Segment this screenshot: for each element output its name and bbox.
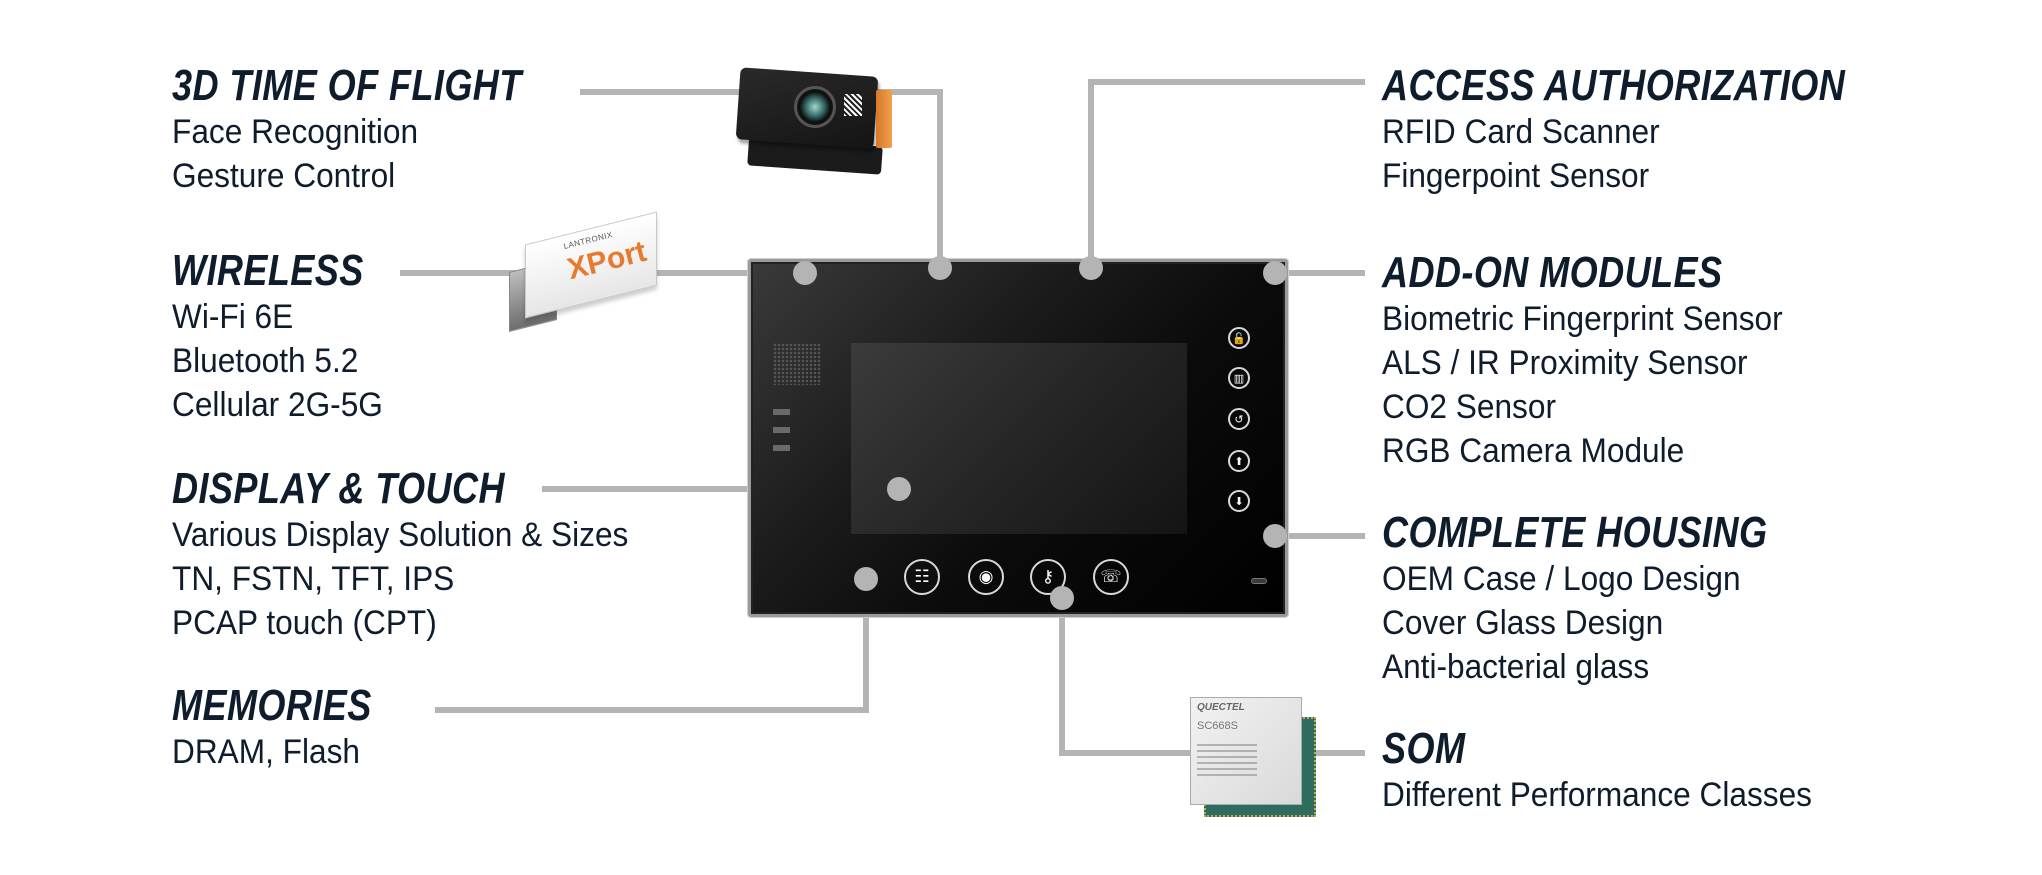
feature-som: SOM Different Performance Classes [1382,727,1844,817]
feature-heading: COMPLETE HOUSING [1382,508,1768,557]
feature-item: Anti-bacterial glass [1382,648,1650,686]
feature-heading: MEMORIES [172,681,372,730]
speaker-grille [773,343,821,385]
status-led [773,445,790,451]
feature-item: PCAP touch (CPT) [172,604,437,642]
intercom-device: 🔓 ▥ ↺ ⬆ ⬇ ☷ ◉ ⚷ ☏ [748,259,1288,617]
som-maker-label: QUECTEL [1197,702,1245,713]
feature-wireless: WIRELESS Wi-Fi 6E Bluetooth 5.2 Cellular… [172,249,406,427]
xport-wireless-module-image: LANTRONIX XPort [505,211,665,338]
feature-complete-housing: COMPLETE HOUSING OEM Case / Logo Design … [1382,511,1852,689]
feature-display-touch: DISPLAY & TOUCH Various Display Solution… [172,467,663,645]
feature-item: CO2 Sensor [1382,388,1556,426]
feature-item: Different Performance Classes [1382,776,1812,814]
feature-heading: ACCESS AUTHORIZATION [1382,61,1846,110]
feature-item: Fingerpoint Sensor [1382,157,1650,195]
hand-return-icon[interactable]: ↺ [1228,408,1250,430]
feature-item: RGB Camera Module [1382,432,1685,470]
feature-heading: DISPLAY & TOUCH [172,464,505,513]
feature-memories: MEMORIES DRAM, Flash [172,684,416,774]
feature-add-on-modules: ADD-ON MODULES Biometric Fingerprint Sen… [1382,251,1813,473]
intercom-icon[interactable]: ☷ [904,559,940,595]
unlock-icon[interactable]: 🔓 [1228,327,1250,349]
feature-item: Cover Glass Design [1382,604,1664,642]
feature-item: ALS / IR Proximity Sensor [1382,344,1748,382]
feature-item: Various Display Solution & Sizes [172,516,629,554]
key-icon[interactable]: ⚷ [1030,559,1066,595]
feature-item: TN, FSTN, TFT, IPS [172,560,455,598]
arrow-down-icon[interactable]: ⬇ [1228,490,1250,512]
feature-item: Gesture Control [172,157,396,195]
status-led [773,409,790,415]
feature-heading: WIRELESS [172,246,364,295]
feature-access-authorization: ACCESS AUTHORIZATION RFID Card Scanner F… [1382,64,1947,198]
feature-item: Bluetooth 5.2 [172,342,359,380]
feature-item: DRAM, Flash [172,733,360,771]
feature-tof: 3D TIME OF FLIGHT Face Recognition Gestu… [172,64,598,198]
feature-item: Face Recognition [172,113,419,151]
feature-item: RFID Card Scanner [1382,113,1660,151]
record-icon[interactable]: ◉ [968,559,1004,595]
tof-camera-module-image [735,67,896,176]
feature-heading: ADD-ON MODULES [1382,248,1723,297]
som-module-image: QUECTEL SC668S [1190,697,1318,817]
talk-icon[interactable]: ☏ [1093,559,1129,595]
feature-heading: SOM [1382,724,1466,773]
feature-item: OEM Case / Logo Design [1382,560,1741,598]
contacts-book-icon[interactable]: ▥ [1228,367,1250,389]
feature-heading: 3D TIME OF FLIGHT [172,61,522,110]
indicator-slot [1251,578,1267,584]
connector-access [1088,79,1365,268]
feature-item: Biometric Fingerprint Sensor [1382,300,1783,338]
display-screen [851,343,1187,534]
som-model-label: SC668S [1197,720,1238,732]
feature-item: Wi-Fi 6E [172,298,294,336]
status-led [773,427,790,433]
feature-item: Cellular 2G-5G [172,386,383,424]
arrow-up-icon[interactable]: ⬆ [1228,450,1250,472]
